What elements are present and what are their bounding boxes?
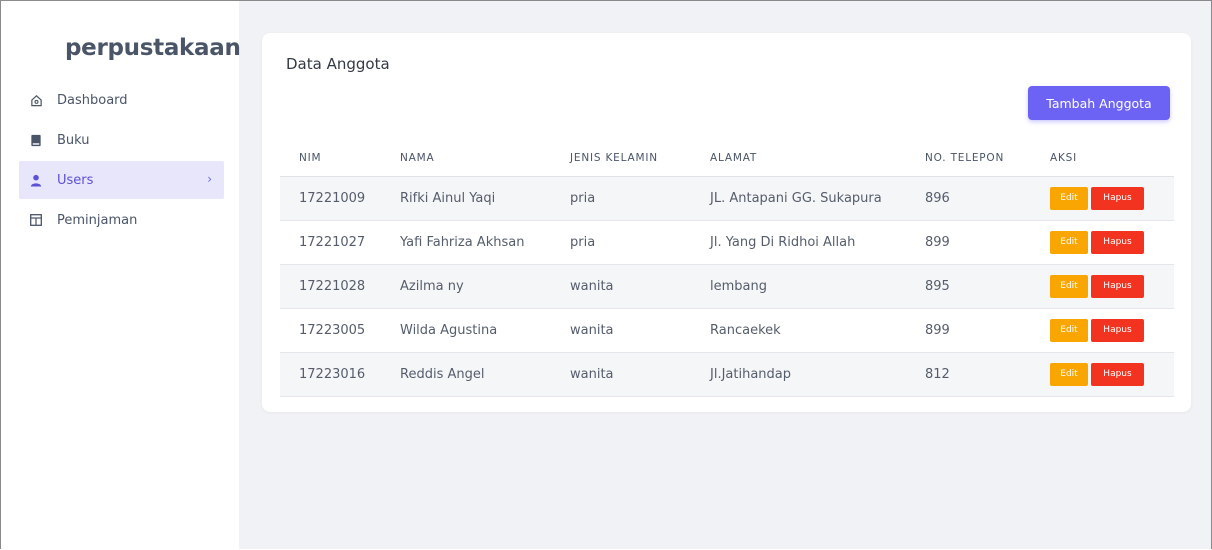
book-icon [29,133,43,147]
sidebar: perpustakaan Dashboard Buku Users › Pemi… [1,1,241,550]
cell-aksi: Edit Hapus [1031,308,1174,353]
table-row: 17221028 Azilma ny wanita lembang 895 Ed… [280,264,1174,309]
cell-telepon: 812 [906,352,1031,397]
cell-nim: 17223016 [280,352,381,397]
user-icon [29,173,43,187]
sidebar-item-dashboard[interactable]: Dashboard [19,81,224,119]
edit-button[interactable]: Edit [1050,318,1088,342]
edit-button[interactable]: Edit [1050,362,1088,386]
table-row: 17223016 Reddis Angel wanita Jl.Jatihand… [280,352,1174,397]
column-header: AKSI [1031,140,1174,177]
delete-button[interactable]: Hapus [1091,362,1144,386]
app-frame: perpustakaan Dashboard Buku Users › Pemi… [0,0,1212,550]
sidebar-item-label: Buku [57,132,90,148]
chevron-right-icon: › [207,172,212,186]
cell-aksi: Edit Hapus [1031,176,1174,221]
delete-button[interactable]: Hapus [1091,230,1144,254]
cell-nim: 17221009 [280,176,381,221]
table-header-row: NIM NAMA JENIS KELAMIN ALAMAT NO. TELEPO… [280,140,1174,177]
edit-button[interactable]: Edit [1050,186,1088,210]
cell-nama: Yafi Fahriza Akhsan [381,220,551,265]
cell-alamat: lembang [691,264,906,309]
cell-aksi: Edit Hapus [1031,264,1174,309]
cell-jenis-kelamin: wanita [551,308,691,353]
cell-nama: Rifki Ainul Yaqi [381,176,551,221]
cell-nama: Wilda Agustina [381,308,551,353]
delete-button[interactable]: Hapus [1091,318,1144,342]
edit-button[interactable]: Edit [1050,230,1088,254]
cell-jenis-kelamin: wanita [551,352,691,397]
cell-alamat: Rancaekek [691,308,906,353]
table-row: 17223005 Wilda Agustina wanita Rancaekek… [280,308,1174,353]
cell-jenis-kelamin: pria [551,176,691,221]
cell-alamat: Jl. Yang Di Ridhoi Allah [691,220,906,265]
cell-jenis-kelamin: pria [551,220,691,265]
sidebar-item-peminjaman[interactable]: Peminjaman [19,201,224,239]
cell-aksi: Edit Hapus [1031,352,1174,397]
table-row: 17221009 Rifki Ainul Yaqi pria JL. Antap… [280,176,1174,221]
table-row: 17221027 Yafi Fahriza Akhsan pria Jl. Ya… [280,220,1174,265]
column-header: NO. TELEPON [906,140,1031,177]
cell-jenis-kelamin: wanita [551,264,691,309]
cell-telepon: 895 [906,264,1031,309]
cell-nama: Azilma ny [381,264,551,309]
cell-alamat: JL. Antapani GG. Sukapura [691,176,906,221]
cell-aksi: Edit Hapus [1031,220,1174,265]
column-header: NIM [280,140,381,177]
page-title: Data Anggota [286,55,390,73]
delete-button[interactable]: Hapus [1091,274,1144,298]
brand-logo: perpustakaan [65,35,241,61]
home-icon [29,93,43,107]
sidebar-nav: Dashboard Buku Users › Peminjaman [19,81,224,241]
column-header: NAMA [381,140,551,177]
sidebar-item-label: Peminjaman [57,212,138,228]
members-card: Data Anggota Tambah Anggota NIM NAMA JEN… [262,33,1191,412]
delete-button[interactable]: Hapus [1091,186,1144,210]
cell-telepon: 899 [906,220,1031,265]
members-table: NIM NAMA JENIS KELAMIN ALAMAT NO. TELEPO… [280,140,1174,397]
cell-nama: Reddis Angel [381,352,551,397]
add-member-button[interactable]: Tambah Anggota [1028,86,1170,120]
cell-nim: 17221027 [280,220,381,265]
edit-button[interactable]: Edit [1050,274,1088,298]
sidebar-item-label: Users [57,172,94,188]
cell-nim: 17221028 [280,264,381,309]
cell-telepon: 899 [906,308,1031,353]
sidebar-item-label: Dashboard [57,92,128,108]
cell-nim: 17223005 [280,308,381,353]
table-icon [29,213,43,227]
column-header: JENIS KELAMIN [551,140,691,177]
cell-telepon: 896 [906,176,1031,221]
sidebar-item-users[interactable]: Users › [19,161,224,199]
column-header: ALAMAT [691,140,906,177]
sidebar-item-buku[interactable]: Buku [19,121,224,159]
cell-alamat: Jl.Jatihandap [691,352,906,397]
